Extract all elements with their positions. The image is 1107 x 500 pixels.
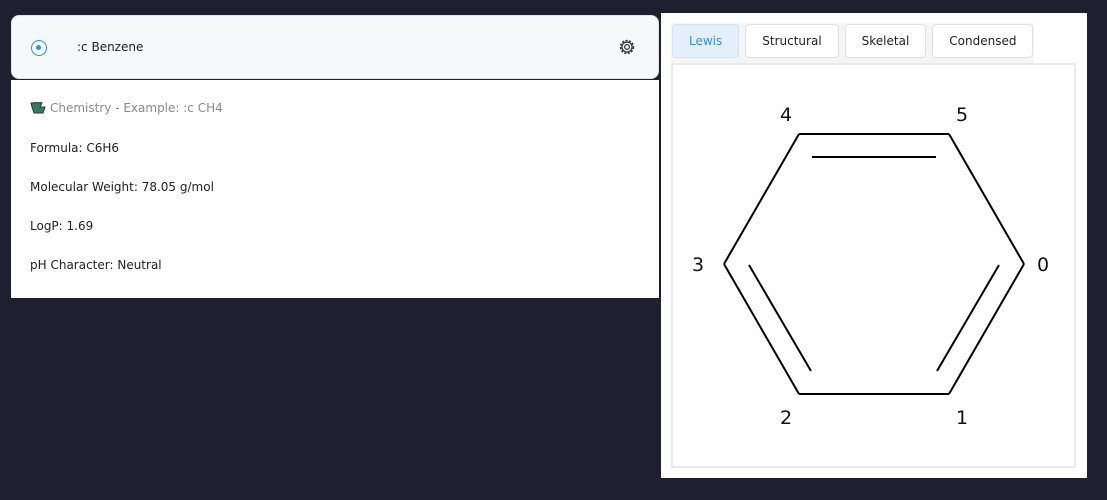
inner-bond-2-3 [748,264,812,372]
atom-label-1: 1 [956,407,968,429]
tab-lewis[interactable]: Lewis [672,24,740,58]
query-input[interactable]: :c Benzene [77,40,143,54]
atom-label-0: 0 [1037,254,1049,276]
benzene-structure: 0 1 2 3 4 5 [692,104,1049,429]
result-header: Chemistry - Example: :c CH4 [30,101,223,115]
formula-text: Formula: C6H6 [30,141,120,155]
bond-2-3 [723,263,800,395]
gear-icon[interactable] [618,38,636,56]
query-bar[interactable]: :c Benzene [11,15,659,79]
inner-bond-0-1 [936,264,1000,372]
ph-character-text: pH Character: Neutral [30,258,162,272]
molecular-weight-text: Molecular Weight: 78.05 g/mol [30,180,214,194]
atom-label-3: 3 [692,254,704,276]
atom-label-4: 4 [780,104,792,126]
radio-selected-icon[interactable] [31,40,47,56]
bond-3-4 [723,133,800,265]
tab-skeletal[interactable]: Skeletal [844,24,927,58]
structure-tab-bar: Lewis Structural Skeletal Condensed [671,23,1035,63]
molecule-panel: Lewis Structural Skeletal Condensed 0 1 … [661,13,1087,478]
flask-icon [30,102,46,114]
result-panel: Chemistry - Example: :c CH4 Formula: C6H… [11,80,659,298]
tab-condensed[interactable]: Condensed [932,24,1034,58]
bond-0-1 [948,263,1025,395]
molecule-canvas: 0 1 2 3 4 5 [671,63,1076,468]
atom-label-5: 5 [956,104,968,126]
tab-structural[interactable]: Structural [745,24,839,58]
logp-text: LogP: 1.69 [30,219,94,233]
atom-label-2: 2 [780,407,792,429]
bond-5-0 [948,133,1025,265]
result-header-text: Chemistry - Example: :c CH4 [50,101,223,115]
